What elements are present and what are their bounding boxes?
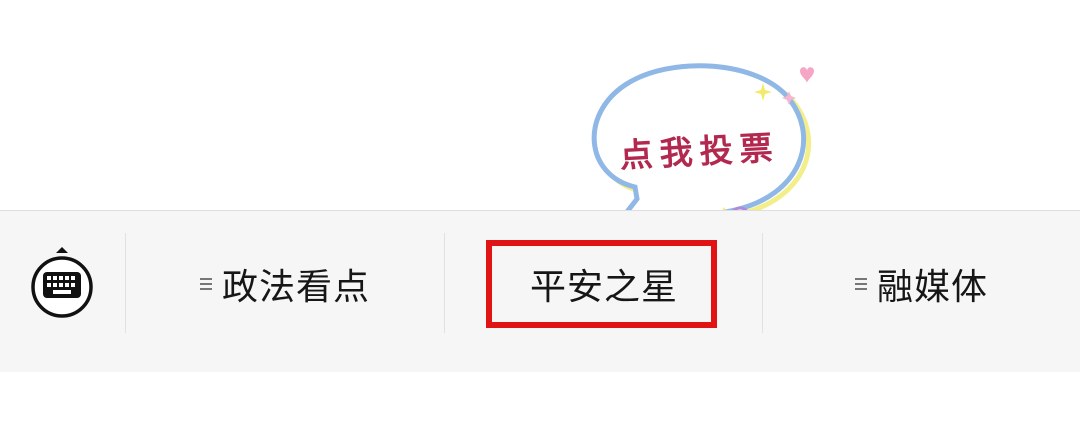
submenu-icon xyxy=(854,275,867,293)
menu-item-zhengfa-kandian[interactable]: 政法看点 xyxy=(126,211,444,373)
menu-item-label: 政法看点 xyxy=(221,267,370,308)
keyboard-icon xyxy=(31,247,93,318)
heart-icon xyxy=(800,67,814,83)
keyboard-toggle-button[interactable] xyxy=(0,211,125,373)
menu-item-rongmeiti[interactable]: 融媒体 xyxy=(763,211,1080,373)
menu-item-label: 融媒体 xyxy=(876,267,988,308)
submenu-icon xyxy=(199,275,212,293)
highlight-box xyxy=(486,240,717,328)
vote-bubble-text[interactable]: 点我投票 xyxy=(611,120,788,177)
